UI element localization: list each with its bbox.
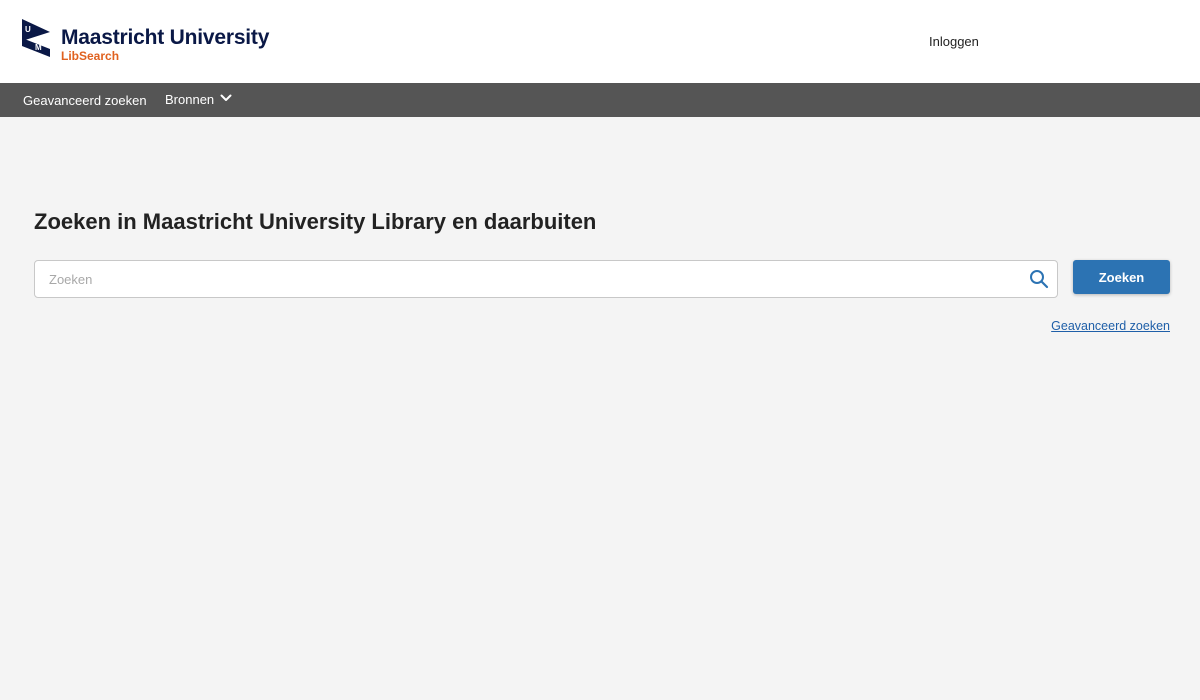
site-logo[interactable]: U M Maastricht University LibSearch [22, 19, 269, 63]
logo-name: Maastricht University [61, 26, 270, 49]
advanced-search-link[interactable]: Geavanceerd zoeken [1051, 319, 1170, 333]
search-button[interactable]: Zoeken [1073, 260, 1170, 294]
search-input[interactable] [35, 261, 1029, 297]
logo-subtitle: LibSearch [61, 49, 120, 63]
nav-sources-label: Bronnen [165, 92, 215, 107]
login-link[interactable]: Inloggen [929, 34, 979, 49]
search-box [34, 260, 1058, 298]
um-logo-icon: U M [22, 19, 50, 57]
svg-text:U: U [25, 25, 31, 34]
svg-text:M: M [35, 43, 42, 52]
search-icon[interactable] [1029, 269, 1049, 289]
main-navbar: Geavanceerd zoeken Bronnen [0, 83, 1200, 117]
page-title: Zoeken in Maastricht University Library … [34, 209, 597, 234]
nav-sources-dropdown[interactable]: Bronnen [165, 83, 232, 117]
site-header: U M Maastricht University LibSearch Inlo… [0, 0, 1200, 83]
chevron-down-icon [220, 94, 232, 101]
nav-advanced-search[interactable]: Geavanceerd zoeken [23, 83, 147, 117]
logo-text: Maastricht University LibSearch [61, 19, 270, 64]
